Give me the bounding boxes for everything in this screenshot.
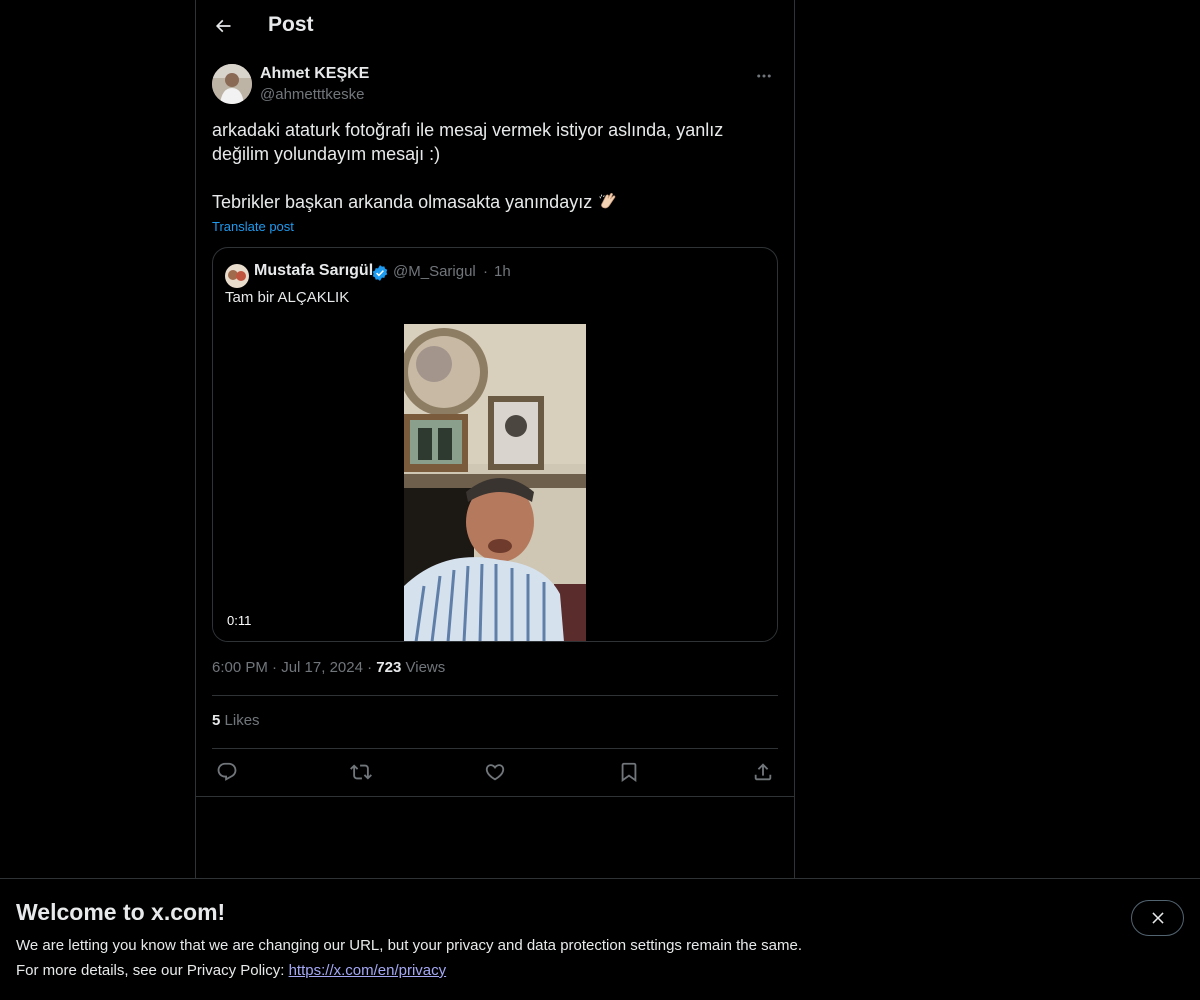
video-duration: 0:11: [223, 612, 256, 629]
repost-button[interactable]: [346, 757, 376, 787]
verified-badge-icon: [372, 265, 388, 281]
clapping-hands-icon: [599, 192, 616, 209]
like-icon: [485, 764, 505, 781]
close-icon: [1151, 912, 1164, 924]
banner-policy-prefix: For more details, see our Privacy Policy…: [16, 962, 289, 979]
separator-dot: ·: [367, 659, 373, 676]
likes-label: Likes: [224, 712, 260, 729]
author-name[interactable]: Ahmet KEŞKE: [260, 65, 369, 83]
main-column: Post Ahmet KEŞKE @ahmetttkeske arkadaki …: [195, 0, 795, 1000]
separator-dot: ·: [272, 659, 278, 676]
action-bar: [212, 757, 778, 787]
more-horizontal-icon: [757, 74, 771, 78]
back-button[interactable]: [206, 9, 240, 43]
views-count: 723: [376, 659, 402, 676]
reply-icon: [217, 762, 237, 781]
banner-title: Welcome to x.com!: [16, 899, 226, 925]
page-header: Post: [196, 0, 794, 54]
post-text: arkadaki ataturk fotoğrafı ile mesaj ver…: [212, 118, 778, 214]
divider: [212, 695, 778, 696]
divider: [212, 748, 778, 749]
quoted-text: Tam bir ALÇAKLIK: [225, 289, 350, 306]
share-icon: [754, 763, 772, 781]
share-button[interactable]: [748, 757, 778, 787]
quoted-author-handle: @M_Sarigul: [393, 263, 476, 280]
likes-count: 5: [212, 712, 221, 729]
quoted-timestamp[interactable]: 1h: [494, 263, 511, 280]
quoted-avatar[interactable]: [225, 264, 249, 288]
author-handle[interactable]: @ahmetttkeske: [260, 86, 364, 103]
views-label: Views: [405, 659, 446, 676]
post-text-line: arkadaki ataturk fotoğrafı ile mesaj ver…: [212, 120, 724, 140]
translate-post-link[interactable]: Translate post: [212, 219, 294, 234]
reply-button[interactable]: [212, 757, 242, 787]
arrow-left-icon: [215, 19, 231, 33]
post-text-line: Tebrikler başkan arkanda olmasakta yanın…: [212, 190, 778, 214]
post-author: Ahmet KEŞKE @ahmetttkeske: [212, 64, 778, 108]
like-button[interactable]: [480, 757, 510, 787]
likes-link[interactable]: 5 Likes: [212, 712, 260, 729]
post-date[interactable]: Jul 17, 2024: [281, 659, 363, 676]
post-time[interactable]: 6:00 PM: [212, 659, 268, 676]
divider: [196, 796, 794, 797]
post-text-line3: Tebrikler başkan arkanda olmasakta yanın…: [212, 192, 593, 212]
avatar[interactable]: [212, 64, 252, 104]
more-button[interactable]: [750, 64, 778, 88]
privacy-policy-link[interactable]: https://x.com/en/privacy: [289, 962, 447, 979]
banner-close-button[interactable]: [1131, 900, 1184, 936]
repost-icon: [350, 764, 372, 780]
bookmark-icon: [621, 762, 637, 783]
video-thumbnail: [404, 324, 586, 641]
post-text-line: değilim yolundayım mesajı :): [212, 144, 441, 164]
url-change-banner: Welcome to x.com! We are letting you kno…: [0, 878, 1200, 1000]
banner-policy-line: For more details, see our Privacy Policy…: [16, 962, 446, 979]
quoted-author-name[interactable]: Mustafa Sarıgül: [254, 262, 373, 280]
page-title: Post: [268, 13, 314, 36]
banner-message: We are letting you know that we are chan…: [16, 937, 802, 954]
post-meta: 6:00 PM · Jul 17, 2024 · 723 Views: [212, 659, 445, 676]
bookmark-button[interactable]: [614, 757, 644, 787]
video-player[interactable]: 0:11: [213, 324, 777, 641]
separator-dot: ·: [483, 263, 488, 280]
quoted-post[interactable]: Mustafa Sarıgül @M_Sarigul · 1h Tam bir …: [212, 247, 778, 642]
